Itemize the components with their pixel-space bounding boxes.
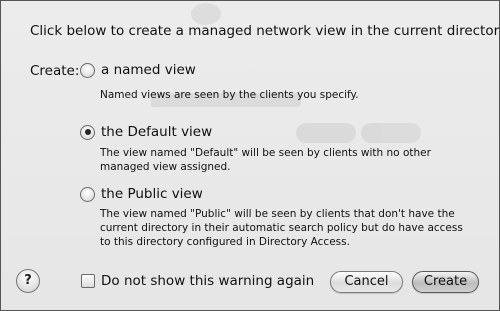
named-view-description: Named views are seen by the clients you … <box>100 88 480 102</box>
radio-button-icon[interactable] <box>80 186 95 202</box>
description-line: Named views are seen by the clients you … <box>100 89 359 101</box>
description-line: to this directory configured in Director… <box>100 236 350 248</box>
radio-label: the Public view <box>101 186 203 202</box>
radio-default-view[interactable]: the Default view <box>80 124 212 140</box>
radio-label: the Default view <box>101 124 213 140</box>
cancel-button[interactable]: Cancel <box>330 271 403 293</box>
radio-label: a named view <box>101 62 196 78</box>
radio-public-view[interactable]: the Public view <box>80 186 203 202</box>
managed-view-dialog: Click below to create a managed network … <box>0 0 500 311</box>
radio-named-view[interactable]: a named view <box>80 62 196 78</box>
ghost-shape <box>296 123 356 143</box>
default-view-description: The view named "Default" will be seen by… <box>100 146 480 174</box>
public-view-description: The view named "Public" will be seen by … <box>100 207 480 249</box>
description-line: The view named "Public" will be seen by … <box>100 208 455 220</box>
radio-button-selected-icon[interactable] <box>80 124 95 140</box>
dont-show-again-checkbox[interactable]: Do not show this warning again <box>81 273 314 289</box>
dialog-message: Click below to create a managed network … <box>30 23 500 39</box>
radio-button-icon[interactable] <box>80 62 95 78</box>
checkbox-icon[interactable] <box>81 274 95 288</box>
description-line: managed view assigned. <box>100 161 231 173</box>
description-line: The view named "Default" will be seen by… <box>100 147 431 159</box>
description-line: current directory in their automatic sea… <box>100 222 463 234</box>
ghost-shape <box>191 3 221 25</box>
ghost-shape <box>361 123 421 143</box>
checkbox-label: Do not show this warning again <box>101 273 315 289</box>
create-label: Create: <box>30 63 80 79</box>
create-button[interactable]: Create <box>412 271 479 293</box>
help-button[interactable]: ? <box>16 269 40 293</box>
